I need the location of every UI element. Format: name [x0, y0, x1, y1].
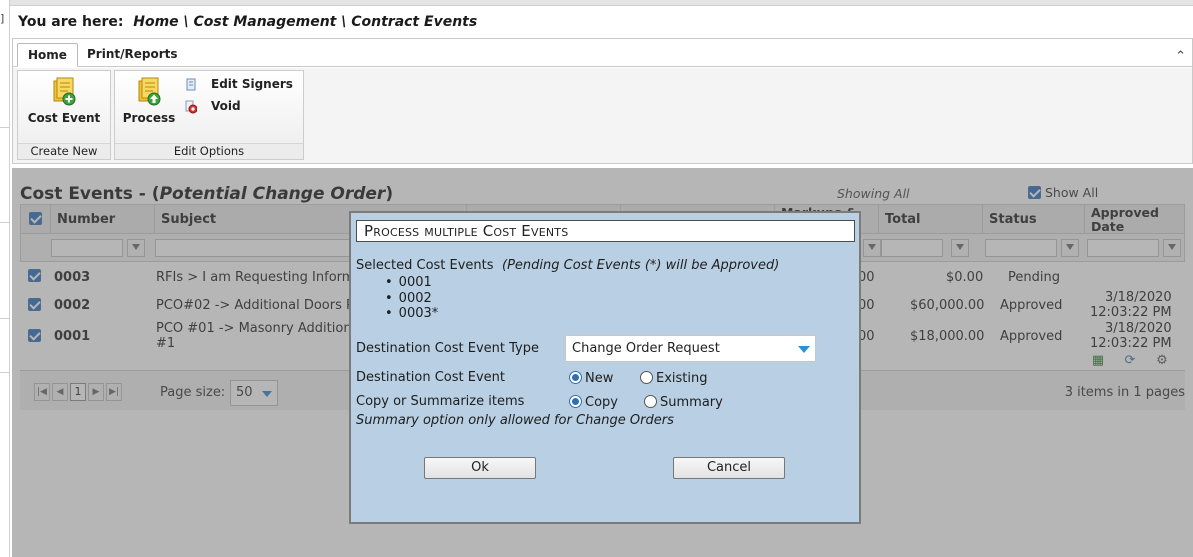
dest-existing-radio[interactable]: Existing [640, 371, 708, 386]
dest-new-label: New [585, 371, 614, 386]
void-icon [185, 100, 197, 113]
left-panel-strip: ] [0, 0, 10, 557]
chevron-down-icon [798, 346, 810, 353]
list-item: 0003* [385, 306, 439, 322]
group-create-new: Cost Event Create New [17, 70, 111, 160]
dest-type-value: Change Order Request [572, 341, 720, 356]
ok-button[interactable]: Ok [424, 457, 536, 479]
process-label: Process [122, 111, 176, 125]
breadcrumb: You are here: Home \ Cost Management \ C… [18, 14, 477, 30]
process-button[interactable]: Process [119, 77, 179, 125]
void-button[interactable]: Void [185, 99, 241, 114]
ribbon-tabs: Home Print/Reports ⌃ [13, 39, 1192, 67]
radio-icon[interactable] [640, 371, 653, 384]
summary-note: Summary option only allowed for Change O… [356, 413, 674, 428]
breadcrumb-prefix: You are here: [18, 14, 124, 30]
edit-signers-button[interactable]: Edit Signers [185, 77, 293, 92]
breadcrumb-path[interactable]: Home \ Cost Management \ Contract Events [133, 14, 477, 30]
ribbon-body: Cost Event Create New Process Edit Signe… [13, 68, 1192, 163]
divider [0, 127, 10, 128]
document-add-icon [53, 77, 76, 106]
panel-edge-icon: ] [0, 12, 5, 25]
group-edit-options: Process Edit Signers Void Edit Options [114, 70, 304, 160]
selected-events-label: Selected Cost Events [356, 258, 494, 273]
group-label: Edit Options [115, 143, 303, 159]
divider [0, 222, 10, 223]
dest-new-radio[interactable]: New [569, 371, 613, 386]
dest-type-select[interactable]: Change Order Request [565, 335, 816, 362]
list-item: 0001 [385, 275, 438, 291]
selected-events-list: 0001 0002 0003* [385, 275, 439, 322]
dest-existing-label: Existing [656, 371, 708, 386]
radio-selected-icon[interactable] [569, 395, 582, 408]
list-item: 0002 [385, 291, 438, 307]
copy-label: Copy [585, 395, 618, 410]
chevron-up-icon[interactable]: ⌃ [1175, 49, 1186, 64]
signers-icon [186, 78, 196, 90]
tab-print-reports[interactable]: Print/Reports [77, 43, 188, 67]
edit-signers-label: Edit Signers [211, 77, 293, 91]
ribbon: Home Print/Reports ⌃ Cost Event Create N… [12, 38, 1193, 164]
copy-summarize-label: Copy or Summarize items [356, 394, 525, 409]
summary-label: Summary [660, 395, 723, 410]
divider [0, 318, 10, 319]
radio-selected-icon[interactable] [569, 371, 582, 384]
process-dialog: Process multiple Cost Events Selected Co… [349, 211, 861, 524]
dialog-title: Process multiple Cost Events [356, 220, 855, 242]
cost-event-label: Cost Event [27, 111, 101, 125]
radio-icon[interactable] [644, 395, 657, 408]
summary-radio[interactable]: Summary [644, 395, 723, 410]
group-label: Create New [18, 143, 110, 159]
tab-home[interactable]: Home [17, 43, 78, 67]
cost-event-button[interactable]: Cost Event [18, 77, 110, 125]
copy-radio[interactable]: Copy [569, 395, 618, 410]
selected-events-note: (Pending Cost Events (*) will be Approve… [502, 258, 780, 273]
process-icon [138, 77, 161, 106]
top-bar [10, 0, 1193, 6]
dest-type-label: Destination Cost Event Type [356, 341, 539, 356]
divider [0, 372, 10, 373]
dest-event-label: Destination Cost Event [356, 370, 506, 385]
void-label: Void [211, 99, 241, 113]
cancel-button[interactable]: Cancel [673, 457, 785, 479]
